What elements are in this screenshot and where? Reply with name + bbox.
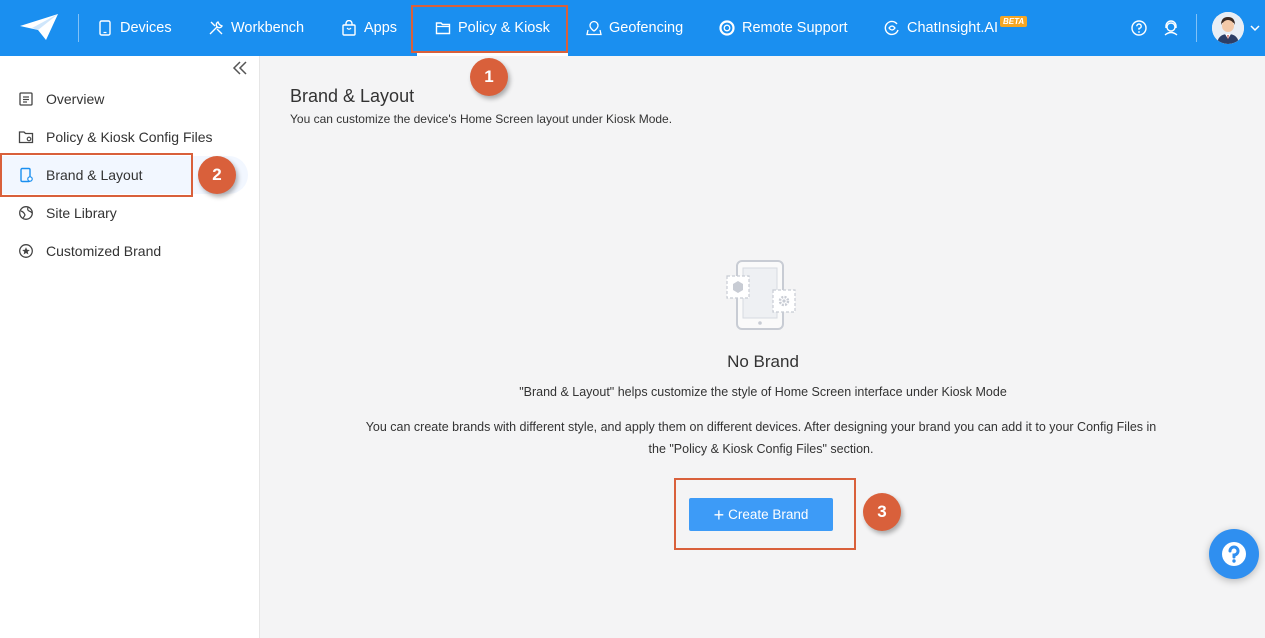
avatar-image	[1212, 12, 1244, 44]
empty-state-details: You can create brands with different sty…	[365, 420, 1157, 456]
bag-icon	[341, 20, 357, 36]
sidebar-item-site-library[interactable]: Site Library	[0, 194, 259, 232]
nav-chatinsight[interactable]: ChatInsight.AI	[884, 0, 998, 56]
sidebar-item-config-files[interactable]: Policy & Kiosk Config Files	[0, 118, 259, 156]
page-title: Brand & Layout	[290, 86, 415, 106]
folder-settings-icon	[18, 129, 34, 145]
help-icon[interactable]	[1130, 19, 1148, 37]
app-logo-icon[interactable]	[18, 12, 60, 42]
list-icon	[18, 91, 34, 107]
globe-icon	[18, 205, 34, 221]
nav-devices[interactable]: Devices	[97, 0, 172, 56]
user-avatar[interactable]	[1212, 12, 1244, 44]
step-marker-2: 2	[198, 156, 236, 194]
map-pin-icon	[586, 20, 602, 36]
collapse-sidebar-icon[interactable]	[232, 61, 248, 75]
question-mark-icon	[1222, 542, 1246, 566]
star-circle-icon	[18, 243, 34, 259]
empty-state-device-icon	[726, 260, 796, 330]
nav-apps[interactable]: Apps	[341, 0, 397, 56]
step-marker-3: 3	[863, 493, 901, 531]
highlight-box-1	[411, 5, 568, 53]
chevron-down-icon[interactable]	[1250, 24, 1260, 32]
nav-workbench[interactable]: Workbench	[208, 0, 304, 56]
floating-help-button[interactable]	[1209, 529, 1259, 579]
nav-geofencing[interactable]: Geofencing	[586, 0, 683, 56]
sidebar-item-customized-brand[interactable]: Customized Brand	[0, 232, 259, 270]
empty-state-title: No Brand	[727, 352, 799, 371]
sidebar: Overview Policy & Kiosk Config Files Bra…	[0, 56, 260, 638]
empty-state-description: "Brand & Layout" helps customize the sty…	[519, 385, 1007, 399]
lifebuoy-icon	[719, 20, 735, 36]
tablet-icon	[97, 20, 113, 36]
highlight-box-3	[674, 478, 856, 550]
top-nav-bar: Devices Workbench Apps Policy & Kiosk Ge…	[0, 0, 1265, 56]
highlight-box-2	[0, 153, 193, 197]
page-subtitle: You can customize the device's Home Scre…	[290, 112, 673, 126]
main-content: Brand & Layout You can customize the dev…	[261, 56, 1265, 638]
step-marker-1: 1	[470, 58, 508, 96]
support-agent-icon[interactable]	[1162, 19, 1180, 37]
nav-remote-support[interactable]: Remote Support	[719, 0, 848, 56]
sidebar-item-overview[interactable]: Overview	[0, 80, 259, 118]
ai-icon	[884, 20, 900, 36]
beta-badge: BETA	[1000, 16, 1028, 27]
tools-icon	[208, 20, 224, 36]
